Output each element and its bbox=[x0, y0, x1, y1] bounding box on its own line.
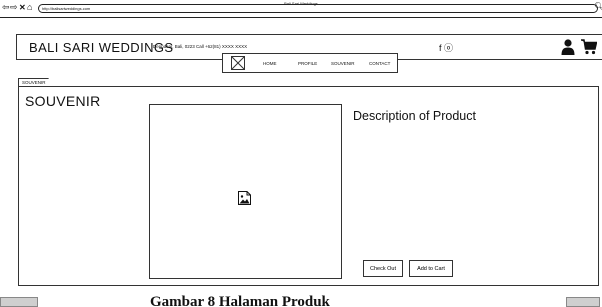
main-nav: HOME PROFILE SOUVENIR CONTACT bbox=[222, 53, 398, 73]
user-icon[interactable] bbox=[561, 39, 575, 55]
checkout-button[interactable]: Check Out bbox=[363, 260, 403, 277]
add-to-cart-button[interactable]: Add to Cart bbox=[409, 260, 453, 277]
close-icon[interactable]: ✕ bbox=[19, 3, 26, 12]
search-icon[interactable]: 🔍︎ bbox=[594, 2, 602, 11]
figure-caption: Gambar 8 Halaman Produk bbox=[150, 294, 330, 307]
social-icons[interactable]: f ⓞ bbox=[439, 41, 453, 54]
nav-item-contact[interactable]: CONTACT bbox=[369, 61, 390, 66]
product-description-title: Description of Product bbox=[353, 109, 476, 123]
content-panel: SOUVENIR Description of Product Check Ou… bbox=[18, 86, 599, 286]
nav-item-souvenir[interactable]: SOUVENIR bbox=[331, 61, 355, 66]
shopping-cart-icon[interactable] bbox=[581, 39, 597, 55]
address-bar[interactable]: http://balisariweddings.com bbox=[38, 4, 598, 13]
contact-info: Denpasar, Bali, 0223 Call +62(81) XXXX X… bbox=[153, 44, 248, 49]
nav-item-profile[interactable]: PROFILE bbox=[298, 61, 317, 66]
logo-placeholder-icon bbox=[231, 56, 245, 70]
page-title: SOUVENIR bbox=[25, 93, 101, 109]
bottom-bar: Gambar 8 Halaman Produk bbox=[0, 290, 602, 307]
back-arrow-icon[interactable]: ⇦ bbox=[2, 3, 10, 12]
address-text: http://balisariweddings.com bbox=[42, 6, 91, 11]
image-icon bbox=[238, 191, 251, 205]
scrollbar-left[interactable] bbox=[0, 297, 38, 307]
brand-logo-text[interactable]: BALI SARI WEDDINGS bbox=[29, 40, 173, 55]
scrollbar-right[interactable] bbox=[566, 297, 600, 307]
browser-chrome: Bali Sari Weddings ⇦ ⇨ ✕ ⌂ http://balisa… bbox=[0, 0, 602, 18]
nav-item-home[interactable]: HOME bbox=[263, 61, 277, 66]
home-icon[interactable]: ⌂ bbox=[27, 3, 32, 12]
product-image-placeholder bbox=[149, 104, 342, 279]
forward-arrow-icon[interactable]: ⇨ bbox=[10, 3, 18, 12]
